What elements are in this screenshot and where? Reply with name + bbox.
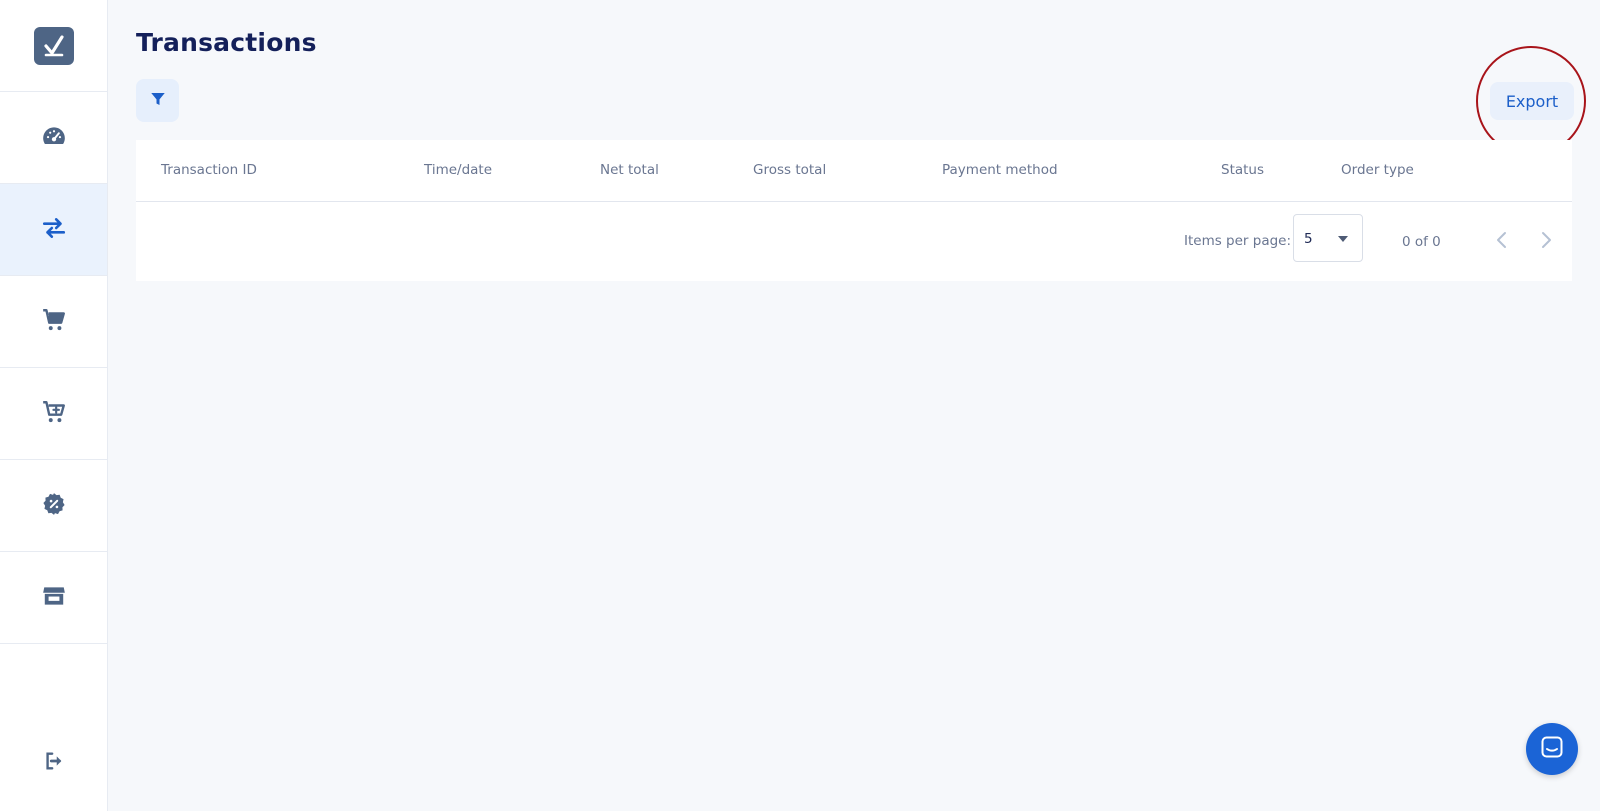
sidebar-item-dashboard[interactable] — [0, 92, 107, 184]
pagination-range-label: 0 of 0 — [1402, 234, 1441, 250]
main-content: Transactions Export Transaction ID Time/… — [108, 0, 1600, 811]
column-header-payment-method[interactable]: Payment method — [942, 162, 1058, 178]
chat-icon — [1540, 735, 1564, 763]
column-header-gross-total[interactable]: Gross total — [753, 162, 826, 178]
logout-icon — [43, 750, 65, 776]
sidebar-item-orders[interactable] — [0, 276, 107, 368]
chat-launcher-button[interactable] — [1526, 723, 1578, 775]
column-header-transaction-id[interactable]: Transaction ID — [161, 162, 257, 178]
shopping-cart-icon — [41, 307, 67, 337]
sidebar — [0, 0, 108, 811]
items-per-page-select[interactable]: 5 — [1293, 214, 1363, 262]
page-title: Transactions — [136, 28, 317, 57]
caret-down-icon — [1338, 236, 1348, 242]
column-header-net-total[interactable]: Net total — [600, 162, 659, 178]
sidebar-item-new-order[interactable] — [0, 368, 107, 460]
filter-button[interactable] — [136, 79, 179, 122]
discount-badge-icon — [41, 491, 67, 521]
filter-icon — [149, 90, 167, 112]
add-to-cart-icon — [41, 399, 67, 429]
table-header: Transaction ID Time/date Net total Gross… — [136, 140, 1572, 202]
previous-page-button[interactable] — [1484, 222, 1520, 262]
checkmark-logo-icon[interactable] — [33, 26, 74, 65]
column-header-order-type[interactable]: Order type — [1341, 162, 1414, 178]
sidebar-item-discounts[interactable] — [0, 460, 107, 552]
export-button[interactable]: Export — [1490, 82, 1574, 120]
sidebar-item-store[interactable] — [0, 552, 107, 644]
column-header-time-date[interactable]: Time/date — [424, 162, 492, 178]
items-per-page-label: Items per page: — [1184, 233, 1292, 249]
transactions-table: Transaction ID Time/date Net total Gross… — [136, 140, 1572, 281]
items-per-page-value: 5 — [1304, 231, 1313, 247]
dashboard-gauge-icon — [41, 123, 67, 153]
store-icon — [41, 583, 67, 613]
chevron-right-icon — [1539, 231, 1553, 253]
table-paginator: Items per page: 5 0 of 0 — [136, 202, 1572, 281]
sidebar-item-transactions[interactable] — [0, 184, 107, 276]
logo-container — [0, 0, 107, 92]
logout-button[interactable] — [0, 743, 107, 783]
column-header-status[interactable]: Status — [1221, 162, 1264, 178]
transfer-arrows-icon — [41, 215, 67, 245]
chevron-left-icon — [1495, 231, 1509, 253]
next-page-button[interactable] — [1528, 222, 1564, 262]
